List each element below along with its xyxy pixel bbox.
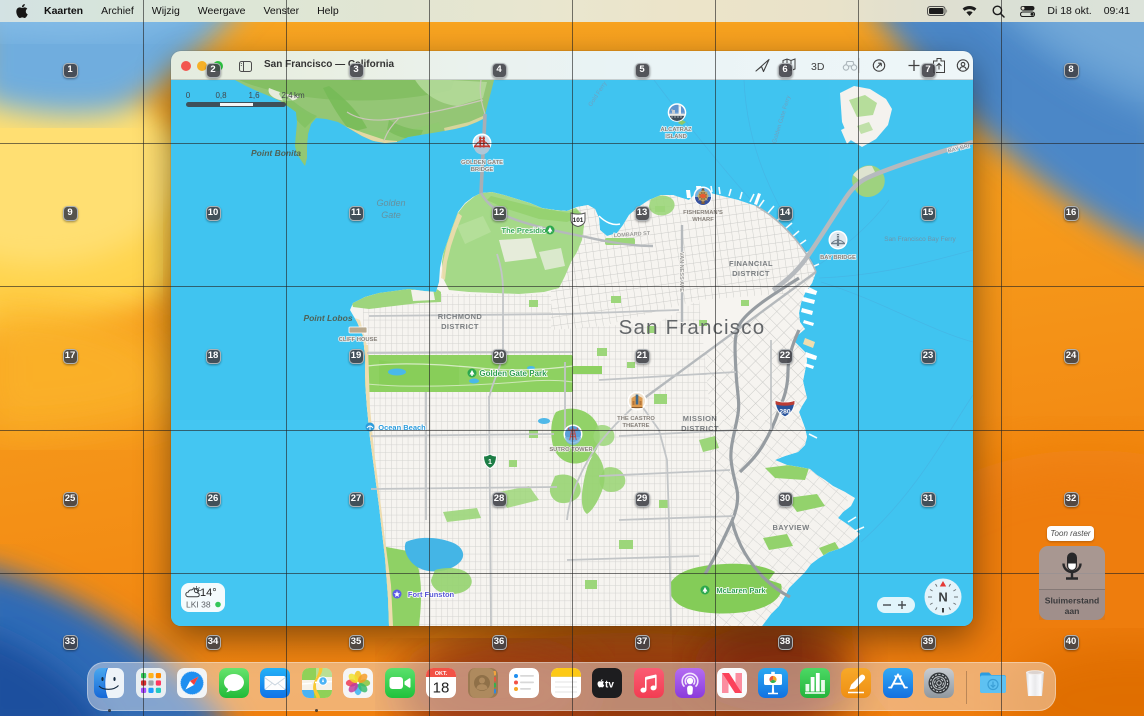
svg-text:ISLAND: ISLAND bbox=[665, 134, 687, 140]
svg-text:0: 0 bbox=[186, 91, 191, 100]
svg-text:Golden: Golden bbox=[376, 198, 405, 208]
svg-text:OKT.: OKT. bbox=[435, 671, 448, 677]
svg-text:aan: aan bbox=[1065, 606, 1080, 616]
svg-text:DISTRICT: DISTRICT bbox=[681, 424, 719, 433]
svg-text:RICHMOND: RICHMOND bbox=[438, 312, 483, 321]
svg-text:Point Bonita: Point Bonita bbox=[251, 148, 301, 158]
svg-text:1: 1 bbox=[488, 459, 492, 466]
svg-text:280: 280 bbox=[779, 409, 790, 416]
svg-text:Fort Funston: Fort Funston bbox=[408, 590, 455, 599]
svg-text:GOLDEN GATE: GOLDEN GATE bbox=[461, 160, 503, 166]
svg-text:1,6: 1,6 bbox=[248, 91, 260, 100]
svg-text:Golden Gate Park: Golden Gate Park bbox=[479, 369, 547, 378]
svg-text:CLIFF HOUSE: CLIFF HOUSE bbox=[339, 337, 378, 343]
svg-text:tv: tv bbox=[605, 680, 614, 691]
svg-text:km: km bbox=[294, 91, 305, 100]
svg-text:Point Lobos: Point Lobos bbox=[303, 313, 352, 323]
svg-text:FISHERMAN'S: FISHERMAN'S bbox=[683, 210, 723, 216]
svg-text:San Francisco Bay Ferry: San Francisco Bay Ferry bbox=[884, 236, 956, 243]
svg-text:THE CASTRO: THE CASTRO bbox=[617, 416, 655, 422]
svg-text:101: 101 bbox=[573, 217, 584, 224]
svg-text:DISTRICT: DISTRICT bbox=[732, 269, 770, 278]
svg-text:LKI 38: LKI 38 bbox=[186, 600, 211, 610]
svg-text:18: 18 bbox=[433, 680, 450, 697]
svg-text:Ocean Beach: Ocean Beach bbox=[378, 423, 426, 432]
svg-text:Sluimerstand: Sluimerstand bbox=[1045, 596, 1099, 606]
svg-text:MISSION: MISSION bbox=[683, 414, 717, 423]
svg-text:2,4: 2,4 bbox=[281, 91, 293, 100]
svg-text:THEATRE: THEATRE bbox=[623, 423, 650, 429]
svg-text:Gate: Gate bbox=[381, 210, 401, 220]
svg-text:SUTRO TOWER: SUTRO TOWER bbox=[549, 447, 593, 453]
svg-text:FINANCIAL: FINANCIAL bbox=[729, 259, 773, 268]
svg-text:McLaren Park: McLaren Park bbox=[716, 586, 766, 595]
svg-text:BAY BRIDGE: BAY BRIDGE bbox=[820, 255, 856, 261]
svg-text:14°: 14° bbox=[200, 587, 217, 599]
svg-text:VAN NESS AVE: VAN NESS AVE bbox=[678, 252, 684, 292]
svg-text:DISTRICT: DISTRICT bbox=[441, 322, 479, 331]
svg-text:San Francisco: San Francisco bbox=[619, 316, 766, 339]
svg-text:3D: 3D bbox=[811, 61, 825, 73]
svg-text:ALCATRAZ: ALCATRAZ bbox=[660, 127, 692, 133]
svg-text:BRIDGE: BRIDGE bbox=[471, 167, 494, 173]
svg-text:BAYVIEW: BAYVIEW bbox=[772, 523, 810, 532]
svg-text:WHARF: WHARF bbox=[692, 217, 714, 223]
svg-text:The Presidio: The Presidio bbox=[501, 226, 546, 235]
svg-text:0,8: 0,8 bbox=[215, 91, 227, 100]
svg-text:N: N bbox=[938, 590, 947, 605]
